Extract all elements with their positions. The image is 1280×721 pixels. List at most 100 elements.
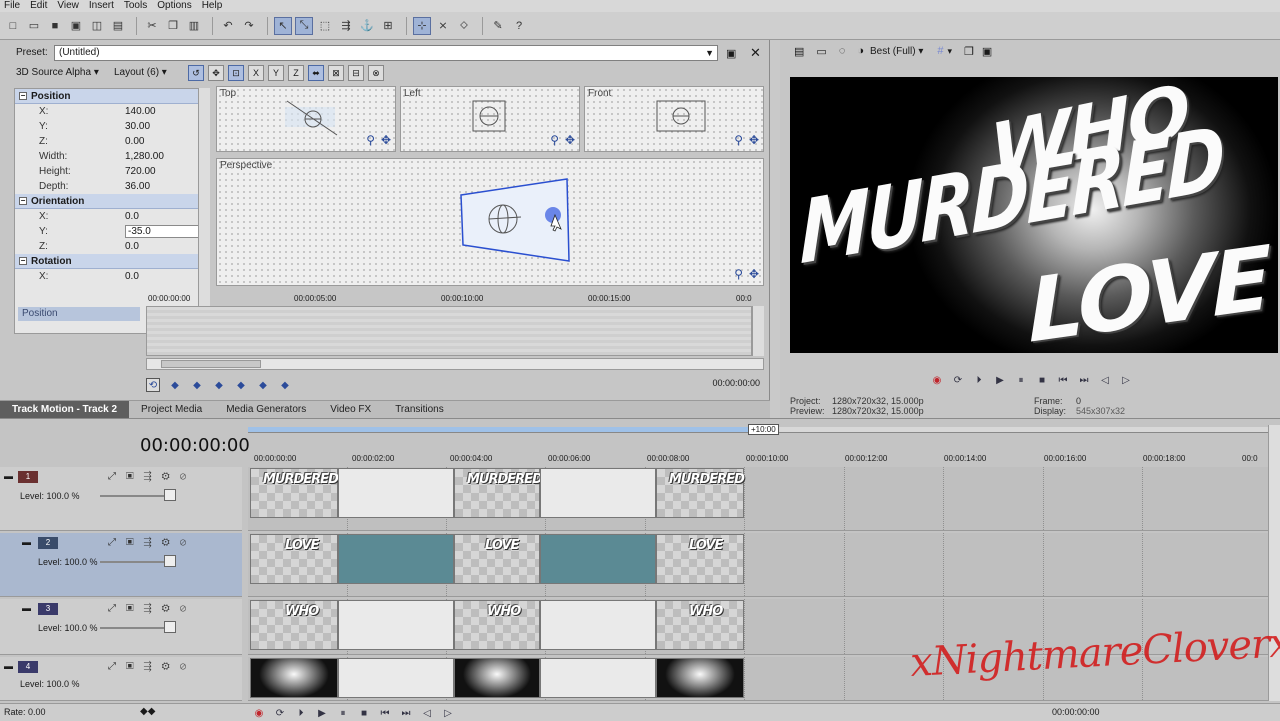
layout-dropdown[interactable]: Layout (6) ▾ [114, 67, 167, 78]
prevent-scaling-icon[interactable]: ⊟ [348, 65, 364, 81]
video-clip[interactable] [540, 534, 656, 584]
zoom-icon[interactable]: ⚲ [734, 267, 743, 281]
play-icon[interactable]: ▶ [315, 706, 329, 720]
video-clip[interactable]: LOVE [250, 534, 338, 584]
video-clip[interactable]: WHO [656, 600, 744, 650]
prop-value[interactable]: 0.0 [125, 271, 209, 282]
prop-value[interactable]: 720.00 [125, 166, 209, 177]
keyframe-track-label[interactable]: Position [18, 307, 140, 321]
position-section-header[interactable]: − Position [15, 89, 209, 104]
edit-in-object-space-icon[interactable]: ↺ [188, 65, 204, 81]
rotation-section-header[interactable]: − Rotation [15, 254, 209, 269]
prev-frame-icon[interactable]: ◁ [420, 706, 434, 720]
play-icon[interactable]: ▶ [993, 373, 1007, 387]
rate-slider-icon[interactable]: ◆◆ [140, 706, 155, 717]
stop-icon[interactable]: ■ [357, 706, 371, 720]
video-clip[interactable]: WHO [454, 600, 540, 650]
prop-value[interactable]: 0.0 [125, 241, 209, 252]
loop-region[interactable] [248, 427, 768, 432]
normal-edit-tool-icon[interactable]: ↖ [274, 16, 292, 35]
stop-icon[interactable]: ■ [1035, 373, 1049, 387]
record-icon[interactable]: ◉ [930, 373, 944, 387]
auto-ripple-icon[interactable]: ⇶ [337, 17, 355, 35]
video-clip[interactable]: LOVE [656, 534, 744, 584]
undo-icon[interactable]: ↶ [219, 17, 237, 35]
enable-snapping-icon[interactable]: ⊡ [228, 65, 244, 81]
lock-envelopes-icon[interactable]: ⚓ [358, 17, 376, 35]
compositing-icon[interactable]: ⇶ [144, 537, 162, 548]
zoom-icon[interactable]: ⚲ [734, 133, 743, 147]
compositing-icon[interactable]: ⇶ [144, 603, 162, 614]
fx-icon[interactable]: ◌ [839, 45, 846, 57]
go-to-end-icon[interactable]: ⏭ [1077, 373, 1091, 387]
track-fx-icon[interactable]: ▣ [126, 471, 144, 482]
keyframe-lane[interactable] [146, 306, 752, 356]
copy-icon[interactable]: ❐ [164, 17, 182, 35]
expand-track-icon[interactable]: ▬ [22, 537, 31, 547]
menu-edit[interactable]: Edit [26, 0, 53, 12]
video-clip[interactable]: MURDERED [656, 468, 745, 518]
keyframe-ruler[interactable]: 00:00:00:00 00:00:05:00 00:00:10:00 00:0… [146, 293, 764, 305]
quality-dropdown[interactable]: Best (Full) ▾ [870, 46, 923, 57]
mute-icon[interactable]: ⊘ [180, 537, 197, 548]
render-icon[interactable]: ◫ [88, 17, 106, 35]
record-icon[interactable]: ◉ [252, 706, 266, 720]
track-header-1[interactable]: ▬ 1 ⤢▣⇶⚙⊘ Level: 100.0 % [0, 467, 242, 531]
prop-row[interactable]: Y: 30.00 [15, 119, 209, 134]
loop-icon[interactable]: ⟳ [951, 373, 965, 387]
go-to-start-icon[interactable]: ⏮ [378, 706, 392, 720]
marker-icon[interactable]: ⬦ [455, 17, 473, 35]
compositing-icon[interactable]: ⇶ [144, 661, 162, 672]
expand-track-icon[interactable]: ▬ [22, 603, 31, 613]
prevent-movement-icon[interactable]: ✥ [208, 65, 224, 81]
next-frame-icon[interactable]: ▷ [1119, 373, 1133, 387]
prop-value[interactable]: 0.00 [125, 136, 209, 147]
zoom-icon[interactable]: ⚲ [366, 133, 375, 147]
track-motion-icon[interactable]: ⤢ [108, 661, 126, 672]
add-keyframe-icon[interactable]: ◆ [212, 378, 226, 392]
compositing-mode-dropdown[interactable]: 3D Source Alpha ▾ [16, 67, 99, 78]
save-preset-icon[interactable]: ▣ [726, 47, 736, 60]
project-properties-icon[interactable]: ▤ [794, 45, 804, 58]
prop-row[interactable]: Z: 0.00 [15, 134, 209, 149]
tab-video-fx[interactable]: Video FX [318, 401, 383, 418]
pan-icon[interactable]: ✥ [749, 133, 759, 147]
split-screen-icon[interactable]: ◑ [857, 45, 864, 57]
plugin-icon[interactable]: ✎ [489, 17, 507, 35]
prop-row[interactable]: Z: 0.0 [15, 239, 209, 254]
video-clip[interactable] [338, 658, 454, 698]
track-header-4[interactable]: ▬ 4 ⤢▣⇶⚙⊘ Level: 100.0 % [0, 657, 242, 701]
external-monitor-icon[interactable]: ▭ [816, 45, 826, 58]
properties-icon[interactable]: ▤ [109, 17, 127, 35]
prevent-z-icon[interactable]: Z [288, 65, 304, 81]
ignore-grouping-icon[interactable]: ⊞ [379, 17, 397, 35]
level-slider-knob[interactable] [164, 489, 176, 501]
video-clip[interactable]: LOVE [454, 534, 540, 584]
prop-row[interactable]: X: 0.0 [15, 269, 209, 284]
perspective-view[interactable]: Perspective ⚲ ✥ [216, 158, 764, 286]
prop-row[interactable]: Height: 720.00 [15, 164, 209, 179]
mute-icon[interactable]: ⊘ [180, 471, 197, 482]
mute-icon[interactable]: ⊘ [180, 661, 197, 672]
prop-row-active[interactable]: Y: -35.0 [15, 224, 209, 239]
pause-icon[interactable]: ⏸ [1014, 373, 1028, 387]
video-clip[interactable] [338, 600, 454, 650]
gear-icon[interactable]: ⚙ [162, 537, 180, 548]
keyframe-hscroll[interactable] [146, 358, 764, 370]
redo-icon[interactable]: ↷ [240, 17, 258, 35]
prop-row[interactable]: X: 0.0 [15, 209, 209, 224]
play-from-start-icon[interactable]: ⏵ [294, 706, 308, 720]
snapping-icon[interactable]: ⊹ [413, 16, 431, 35]
level-slider-knob[interactable] [164, 555, 176, 567]
video-clip[interactable] [656, 658, 744, 698]
prop-value-input[interactable]: -35.0 [125, 225, 207, 238]
lock-aspect-icon[interactable]: ⬌ [308, 65, 324, 81]
gear-icon[interactable]: ⚙ [162, 603, 180, 614]
overlays-icon[interactable]: # [937, 45, 943, 57]
copy-snapshot-icon[interactable]: ❐ [964, 45, 974, 58]
preset-dropdown[interactable]: (Untitled) ▼ [54, 45, 718, 61]
prop-value[interactable]: 140.00 [125, 106, 209, 117]
prevent-rotation-icon[interactable]: ⊗ [368, 65, 384, 81]
loop-icon[interactable]: ⟳ [273, 706, 287, 720]
prop-row[interactable]: X: 140.00 [15, 104, 209, 119]
